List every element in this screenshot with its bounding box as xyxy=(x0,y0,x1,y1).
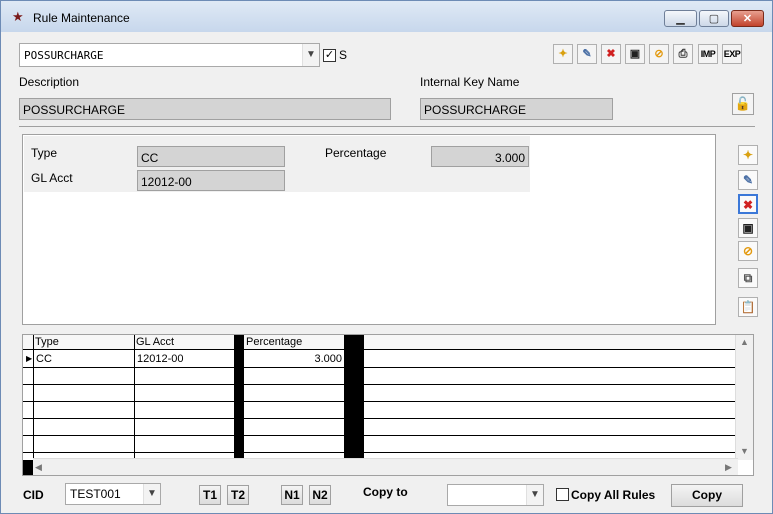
copy-all-rules-label: Copy All Rules xyxy=(571,488,656,502)
close-button[interactable]: ✕ xyxy=(731,10,764,27)
n1-button[interactable]: N1 xyxy=(281,485,303,505)
percentage-label: Percentage xyxy=(325,146,387,160)
cid-label: CID xyxy=(23,488,44,502)
side-cancel-button[interactable]: ⊘ xyxy=(738,241,758,261)
rule-maintenance-window: ★ Rule Maintenance ▁ ▢ ✕ POSSURCHARGE ▼ … xyxy=(0,0,773,514)
minimize-button[interactable]: ▁ xyxy=(664,10,697,27)
cancel-button[interactable]: ⊘ xyxy=(649,44,669,64)
save-icon: ▣ xyxy=(629,48,641,60)
chevron-down-icon: ▼ xyxy=(526,485,543,505)
unlock-button[interactable]: 🔓 xyxy=(732,93,754,115)
side-edit-button[interactable]: ✎ xyxy=(738,170,758,190)
side-new-button[interactable]: ✦ xyxy=(738,145,758,165)
scroll-down-icon[interactable]: ▼ xyxy=(740,446,749,456)
chevron-down-icon: ▼ xyxy=(143,484,160,504)
t1-button[interactable]: T1 xyxy=(199,485,221,505)
grid-cell-percentage[interactable]: 3.000 xyxy=(244,351,344,366)
type-field: CC xyxy=(137,146,285,167)
scroll-left-icon[interactable]: ◀ xyxy=(35,462,42,473)
cid-select-value: TEST001 xyxy=(70,487,121,501)
grid-black-column xyxy=(234,335,244,460)
n2-button[interactable]: N2 xyxy=(309,485,331,505)
row-header-corner xyxy=(23,335,33,350)
percentage-field: 3.000 xyxy=(431,146,529,167)
copy-icon: ⧉ xyxy=(743,271,753,285)
grid-vertical-scrollbar[interactable]: ▲ ▼ xyxy=(735,335,753,460)
grid-header-blank xyxy=(364,335,737,350)
cid-select[interactable]: TEST001 ▼ xyxy=(65,483,161,505)
gl-acct-label: GL Acct xyxy=(31,171,73,185)
grid-cell-gl-acct[interactable]: 12012-00 xyxy=(135,351,234,366)
grid-black-column xyxy=(344,335,364,460)
new-icon: ✦ xyxy=(742,148,754,162)
s-checkbox[interactable]: ✓ xyxy=(323,49,336,62)
internal-key-field: POSSURCHARGE xyxy=(420,98,613,120)
detail-fields: Type CC GL Acct 12012-00 Percentage 3.00… xyxy=(24,136,530,192)
grid-header-type[interactable]: Type xyxy=(33,335,134,350)
import-button[interactable]: IMP xyxy=(698,44,718,64)
type-label: Type xyxy=(31,146,58,160)
grid-line xyxy=(23,384,737,385)
grid-line xyxy=(23,435,737,436)
chevron-down-icon: ▼ xyxy=(302,44,319,66)
description-field: POSSURCHARGE xyxy=(19,98,391,120)
internal-key-label: Internal Key Name xyxy=(420,75,520,89)
copy-button[interactable]: Copy xyxy=(671,484,743,507)
copy-all-rules-checkbox[interactable] xyxy=(556,488,569,501)
rule-select[interactable]: POSSURCHARGE ▼ xyxy=(19,43,320,67)
copy-to-select[interactable]: ▼ xyxy=(447,484,544,506)
current-row-indicator-icon: ▶ xyxy=(26,354,33,363)
window-title: Rule Maintenance xyxy=(33,11,130,25)
export-button[interactable]: EXP xyxy=(722,44,742,64)
delete-button[interactable]: ✖ xyxy=(601,44,621,64)
grid-line xyxy=(23,367,737,368)
grid-header-percentage[interactable]: Percentage xyxy=(244,335,344,350)
grid-line xyxy=(23,452,737,453)
detail-panel: Type CC GL Acct 12012-00 Percentage 3.00… xyxy=(22,134,716,325)
description-label: Description xyxy=(19,75,80,89)
copy-to-label: Copy to xyxy=(363,485,408,499)
grid-cell-type[interactable]: CC xyxy=(34,351,134,366)
print-button[interactable]: ⎙ xyxy=(673,44,693,64)
side-delete-button[interactable]: ✖ xyxy=(738,194,758,214)
maximize-button[interactable]: ▢ xyxy=(699,10,729,27)
edit-icon: ✎ xyxy=(742,173,754,187)
delete-icon: ✖ xyxy=(606,48,616,60)
delete-icon: ✖ xyxy=(742,198,754,212)
grid-header-gl-acct[interactable]: GL Acct xyxy=(134,335,234,350)
title-bar: ★ Rule Maintenance ▁ ▢ ✕ xyxy=(1,1,772,32)
divider xyxy=(19,126,755,127)
scroll-up-icon[interactable]: ▲ xyxy=(740,337,749,347)
unlock-icon: 🔓 xyxy=(734,96,752,111)
app-star-icon: ★ xyxy=(12,9,24,24)
cancel-icon: ⊘ xyxy=(742,244,754,258)
save-button[interactable]: ▣ xyxy=(625,44,645,64)
minimize-icon: ▁ xyxy=(676,13,685,25)
s-checkbox-label: S xyxy=(339,48,348,62)
grid-horizontal-scrollbar[interactable]: ◀ ▶ xyxy=(33,458,738,475)
print-icon: ⎙ xyxy=(678,48,688,60)
side-copy-button[interactable]: ⧉ xyxy=(738,268,758,288)
side-paste-button[interactable]: 📋 xyxy=(738,297,758,317)
rule-select-value: POSSURCHARGE xyxy=(24,49,104,62)
grid-line xyxy=(23,418,737,419)
save-icon: ▣ xyxy=(742,221,754,235)
edit-button[interactable]: ✎ xyxy=(577,44,597,64)
close-icon: ✕ xyxy=(742,13,753,25)
new-button[interactable]: ✦ xyxy=(553,44,573,64)
side-save-button[interactable]: ▣ xyxy=(738,218,758,238)
cancel-icon: ⊘ xyxy=(654,48,664,60)
grid-corner xyxy=(23,460,33,475)
grid-line xyxy=(23,401,737,402)
scroll-right-icon[interactable]: ▶ xyxy=(725,462,732,473)
new-icon: ✦ xyxy=(558,48,568,60)
maximize-icon: ▢ xyxy=(708,13,720,25)
gl-acct-field: 12012-00 xyxy=(137,170,285,191)
edit-icon: ✎ xyxy=(582,48,592,60)
rules-grid[interactable]: Type GL Acct Percentage ▶ CC 12012-00 3.… xyxy=(22,334,754,476)
t2-button[interactable]: T2 xyxy=(227,485,249,505)
paste-icon: 📋 xyxy=(740,300,756,314)
